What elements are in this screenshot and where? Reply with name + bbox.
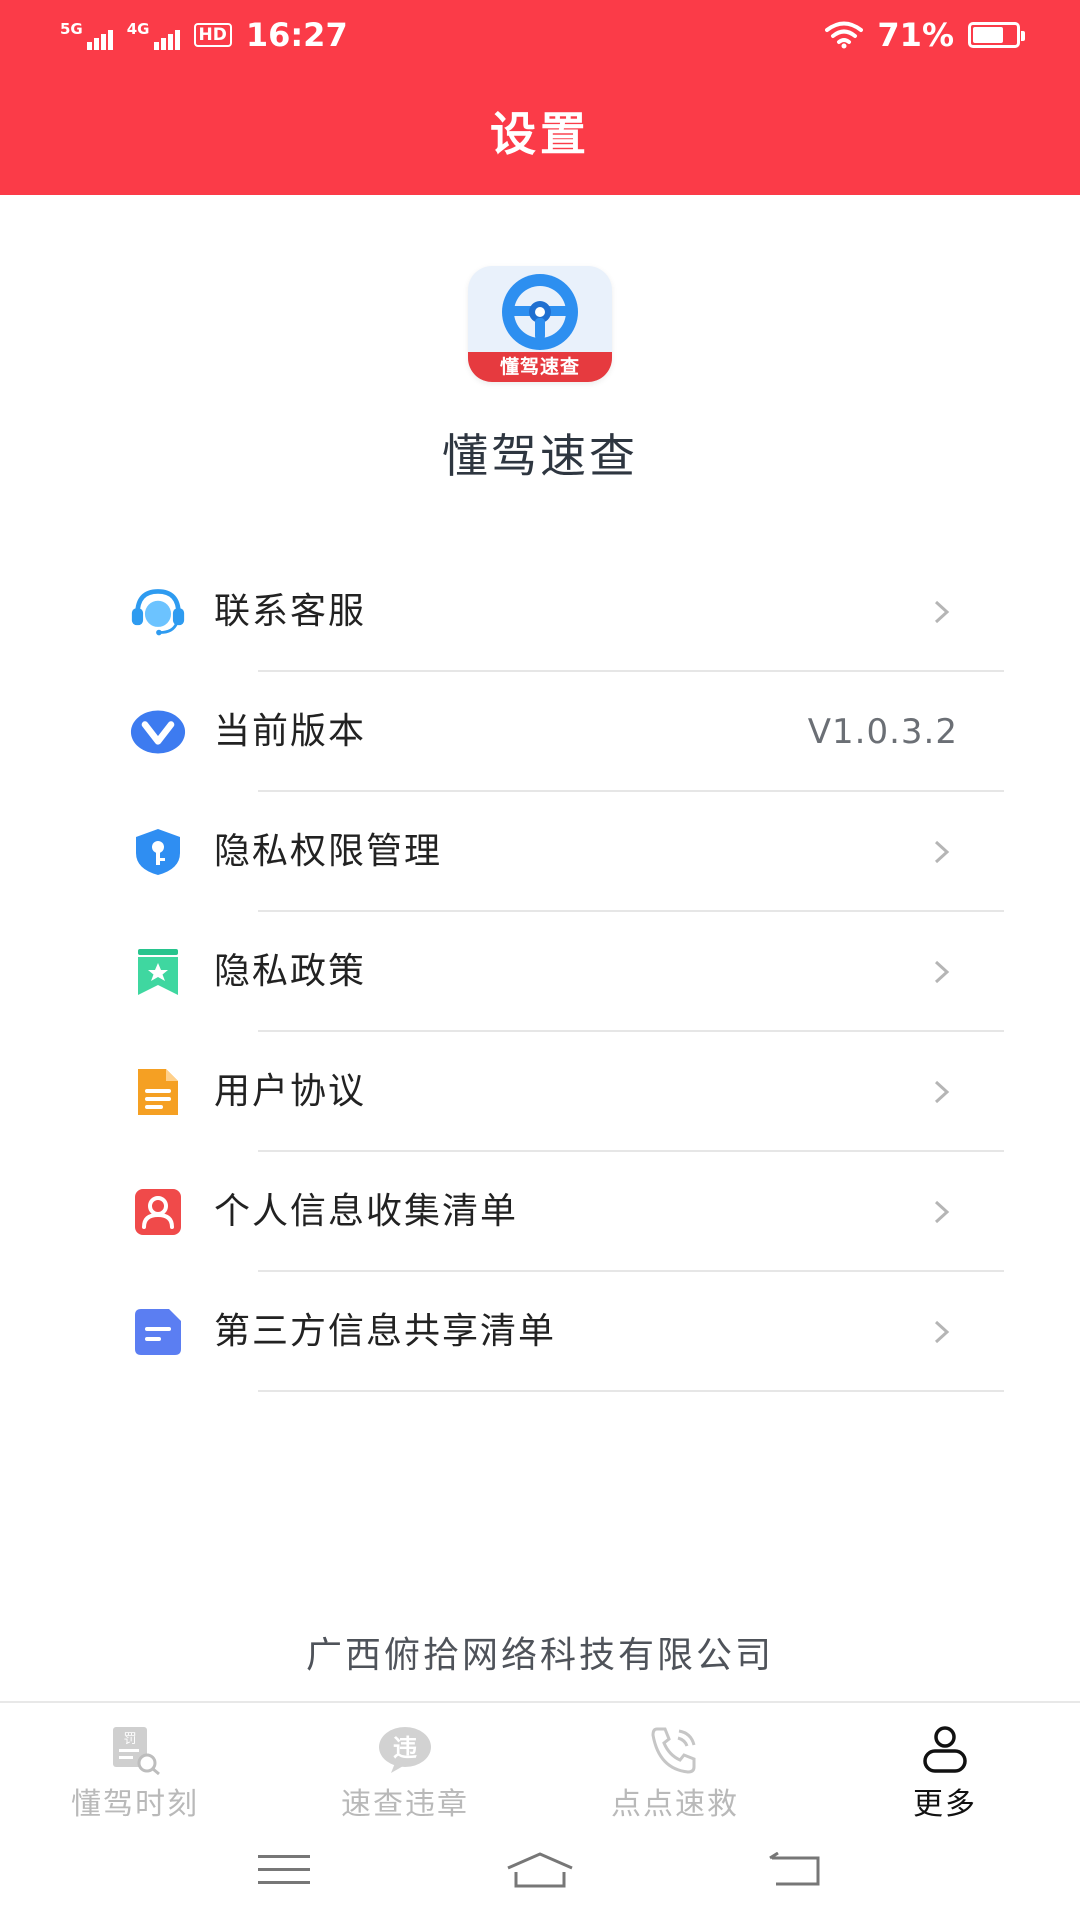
- headset-icon: [130, 587, 186, 637]
- home-icon[interactable]: [504, 1850, 576, 1890]
- status-time: 16:27: [245, 16, 348, 54]
- menu-item-label: 用户协议: [214, 1071, 367, 1112]
- menu-item-label: 隐私政策: [214, 951, 367, 992]
- person-card-icon: [130, 1187, 186, 1237]
- menu-item-privacy-permissions[interactable]: 隐私权限管理: [0, 792, 1080, 912]
- menu-item-privacy-policy[interactable]: 隐私政策: [0, 912, 1080, 1032]
- version-v-icon: [130, 707, 186, 757]
- chevron-right-icon: [934, 1200, 950, 1224]
- ticket-search-icon: 罚: [113, 1727, 160, 1775]
- signal-5g-icon: 5G: [60, 20, 113, 50]
- shield-key-icon: [130, 827, 186, 877]
- menu-item-label: 当前版本: [214, 711, 367, 752]
- user-icon: [923, 1726, 967, 1773]
- menu-item-label: 联系客服: [214, 591, 367, 632]
- battery-icon: [968, 22, 1025, 48]
- chevron-right-icon: [934, 600, 950, 624]
- version-value: V1.0.3.2: [807, 712, 958, 752]
- tab-check-violations[interactable]: 违 速查违章: [270, 1703, 540, 1822]
- back-icon[interactable]: [768, 1851, 824, 1888]
- tab-label: 懂驾时刻: [71, 1787, 199, 1822]
- app-logo: 懂驾速查: [468, 266, 612, 382]
- chevron-right-icon: [934, 960, 950, 984]
- menu-item-current-version[interactable]: 当前版本 V1.0.3.2: [0, 672, 1080, 792]
- settings-screen: 5G 4G HD 16:27 71% 设置 懂驾速查 懂驾速查 联系客服 当前版…: [0, 0, 1080, 1920]
- svg-text:罚: 罚: [123, 1732, 136, 1747]
- app-name: 懂驾速查: [442, 429, 638, 483]
- tab-quick-rescue[interactable]: 点点速救: [540, 1703, 810, 1822]
- tab-more[interactable]: 更多: [810, 1703, 1080, 1822]
- page-title: 设置: [490, 107, 590, 161]
- tab-label: 更多: [913, 1787, 977, 1822]
- menu-icon[interactable]: [256, 1853, 312, 1887]
- chevron-right-icon: [934, 840, 950, 864]
- tab-dongjia-moment[interactable]: 罚 懂驾时刻: [0, 1703, 270, 1822]
- chat-violation-icon: 违: [379, 1727, 431, 1773]
- menu-item-customer-service[interactable]: 联系客服: [0, 552, 1080, 672]
- company-name: 广西俯拾网络科技有限公司: [305, 1635, 774, 1676]
- chevron-right-icon: [934, 1320, 950, 1344]
- status-left: 5G 4G HD 16:27: [60, 16, 348, 54]
- phone-icon: [651, 1727, 696, 1774]
- hd-badge: HD: [193, 23, 232, 47]
- menu-item-personal-info-list[interactable]: 个人信息收集清单: [0, 1152, 1080, 1272]
- settings-menu: 联系客服 当前版本 V1.0.3.2 隐私权限管理 隐私政策 用户协议 个人信息…: [0, 552, 1080, 1392]
- wifi-icon: [825, 21, 864, 49]
- signal-4g-icon: 4G: [127, 20, 180, 50]
- status-bar: 5G 4G HD 16:27 71%: [0, 0, 1080, 70]
- svg-text:违: 违: [393, 1734, 417, 1762]
- menu-item-user-agreement[interactable]: 用户协议: [0, 1032, 1080, 1152]
- menu-item-label: 隐私权限管理: [214, 831, 443, 872]
- logo-band-text: 懂驾速查: [468, 352, 612, 382]
- share-doc-icon: [130, 1307, 186, 1357]
- steering-wheel-icon: [502, 274, 578, 350]
- document-icon: [130, 1067, 186, 1117]
- system-nav-bar: [0, 1819, 1080, 1920]
- bookmark-star-icon: [130, 947, 186, 997]
- bottom-tab-bar: 罚 懂驾时刻 违 速查违章 点点速救 更多: [0, 1701, 1080, 1822]
- chevron-right-icon: [934, 1080, 950, 1104]
- battery-percent: 71%: [877, 16, 954, 54]
- tab-label: 速查违章: [341, 1787, 469, 1822]
- header: 5G 4G HD 16:27 71% 设置: [0, 0, 1080, 195]
- status-right: 71%: [825, 16, 1025, 54]
- menu-item-label: 个人信息收集清单: [214, 1191, 519, 1232]
- divider: [258, 1390, 1004, 1392]
- menu-item-label: 第三方信息共享清单: [214, 1311, 557, 1352]
- menu-item-third-party-sharing-list[interactable]: 第三方信息共享清单: [0, 1272, 1080, 1392]
- tab-label: 点点速救: [611, 1787, 739, 1822]
